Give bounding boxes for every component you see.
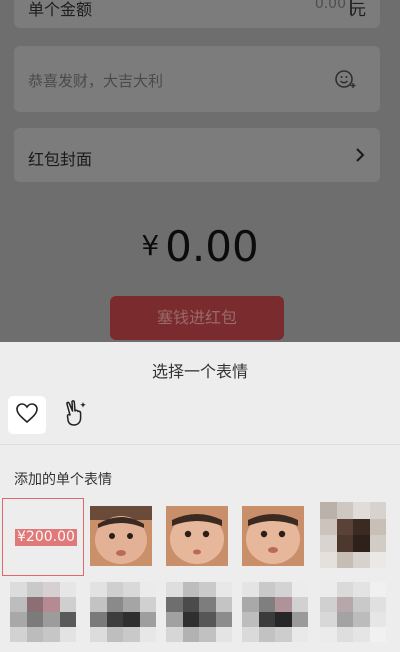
chevron-right-icon — [354, 146, 366, 168]
tabs-divider — [0, 444, 400, 445]
sticker-baby-face[interactable] — [242, 506, 304, 568]
message-row[interactable]: 恭喜发财，大吉大利 — [14, 46, 380, 112]
total-value: 0.00 — [165, 222, 259, 271]
sticker-pixelated[interactable] — [242, 582, 308, 642]
amount-row[interactable]: 单个金额 0.00 元 — [14, 0, 380, 28]
cover-label: 红包封面 — [28, 150, 93, 169]
heart-icon — [15, 402, 39, 428]
smiley-plus-icon[interactable] — [334, 68, 356, 94]
section-label: 添加的单个表情 — [14, 472, 112, 488]
red-packet-form-dimmed: 单个金额 0.00 元 恭喜发财，大吉大利 红包封面 ¥0.00 塞钱进红包 — [0, 0, 400, 342]
send-money-button[interactable]: 塞钱进红包 — [110, 296, 284, 340]
amount-input[interactable]: 0.00 — [315, 0, 346, 12]
sticker-pixelated[interactable] — [10, 582, 76, 642]
amount-unit: 元 — [349, 0, 366, 19]
peace-hand-icon — [62, 399, 88, 431]
sticker-pixelated[interactable] — [90, 582, 156, 642]
sticker-pixelated[interactable] — [320, 502, 386, 568]
total-amount: ¥0.00 — [0, 222, 400, 271]
cover-row[interactable]: 红包封面 — [14, 128, 380, 182]
sticker-picker-sheet: 选择一个表情 添加的单个表情 ¥200.00 — [0, 342, 400, 652]
sticker-baby-face[interactable] — [90, 506, 152, 568]
currency-symbol: ¥ — [141, 229, 160, 262]
tab-favorites[interactable] — [8, 396, 46, 434]
sticker-amount-text: ¥200.00 — [15, 529, 77, 546]
sticker-amount-selected[interactable]: ¥200.00 — [2, 498, 84, 576]
tab-gestures[interactable] — [56, 396, 94, 434]
sheet-title: 选择一个表情 — [151, 362, 248, 381]
sticker-pixelated[interactable] — [166, 582, 232, 642]
amount-label: 单个金额 — [28, 0, 93, 19]
message-input[interactable]: 恭喜发财，大吉大利 — [28, 70, 163, 91]
sticker-pixelated[interactable] — [320, 582, 386, 642]
sticker-baby-face[interactable] — [166, 506, 228, 568]
